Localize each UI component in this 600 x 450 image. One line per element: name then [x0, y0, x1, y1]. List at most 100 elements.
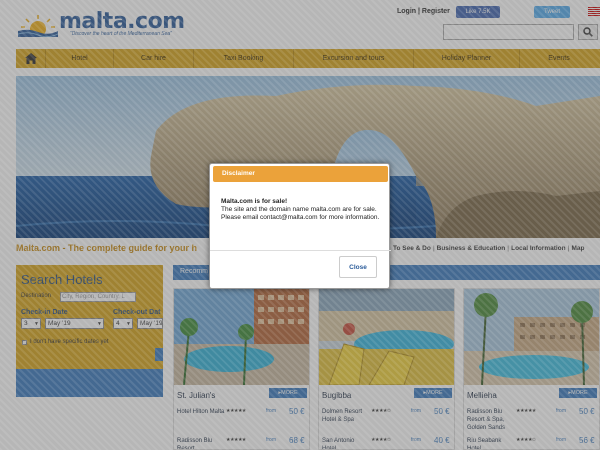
tweet-button[interactable]: Tweet [534, 6, 570, 18]
recommended-title: Recomm [180, 268, 209, 275]
hotel-name: Radisson Blu Resort & Spa, Golden Sands [467, 409, 506, 431]
hotel-name: Radisson Blu Resort [177, 438, 213, 450]
login-register-link[interactable]: Login | Register [397, 8, 450, 15]
hotel-price: 68 € [289, 436, 305, 445]
star-rating: ★★★★★ [226, 437, 246, 443]
home-icon [24, 53, 37, 64]
modal-heading: Malta.com is for sale! [221, 198, 288, 205]
hotel-name: Dolmen Resort Hotel & Spa [322, 409, 363, 423]
more-button[interactable]: ▸ MORE [269, 388, 307, 398]
facebook-like-button[interactable]: Like 7.5K [456, 6, 500, 18]
link-map[interactable]: Map [571, 245, 584, 252]
more-label: MORE [426, 390, 443, 396]
hotel-price: 50 € [579, 407, 595, 416]
search-hotels-footer [16, 369, 163, 397]
hotel-row[interactable]: Riu Seabank Hotel ★★★★✩ from 56 € [464, 436, 599, 450]
more-label: MORE [571, 390, 588, 396]
from-label: from [556, 408, 566, 414]
hotel-row[interactable]: Radisson Blu Resort ★★★★★ from 68 € [174, 436, 309, 450]
like-label: Like 7.5K [465, 9, 491, 15]
link-separator: | [567, 245, 570, 252]
nav-item-events[interactable]: Events [520, 49, 598, 68]
nav-item-hotel[interactable]: Hotel [46, 49, 114, 68]
card-photo [174, 289, 309, 385]
checkin-label: Check-in Date [21, 309, 68, 316]
link-separator: | [432, 245, 435, 252]
chevron-down-icon: ▼ [97, 321, 102, 327]
card-city: Mellieha [467, 391, 497, 400]
card-city: Bugibba [322, 391, 352, 400]
link-business-education[interactable]: Business & Education [437, 245, 506, 252]
nav-item-taxi-booking[interactable]: Taxi Booking [194, 49, 294, 68]
no-dates-label: I don't have specific dates yet [30, 339, 109, 345]
destination-card-bugibba[interactable]: Bugibba ▸ MORE Dolmen Resort Hotel & Spa… [318, 288, 455, 450]
nav-home[interactable] [16, 49, 46, 68]
card-photo [319, 289, 454, 385]
site-search-button[interactable] [578, 24, 598, 40]
card-photo [464, 289, 599, 385]
brand-tagline: "Discover the heart of the Mediterranean… [70, 31, 172, 37]
checkin-day-value: 3 [24, 320, 28, 327]
destination-card-st-julians[interactable]: St. Julian's ▸ MORE Hotel Hilton Malta ★… [173, 288, 310, 450]
from-label: from [556, 437, 566, 443]
search-hotels-panel: Search Hotels Destination City, Region, … [16, 265, 163, 369]
star-rating: ★★★★★ [516, 408, 536, 414]
hotel-price: 50 € [434, 407, 450, 416]
modal-body: Malta.com is for sale! The site and the … [221, 198, 381, 222]
star-rating: ★★★★★ [226, 408, 246, 414]
search-hotels-title: Search Hotels [21, 272, 103, 287]
more-button[interactable]: ▸ MORE [414, 388, 452, 398]
tweet-label: Tweet [543, 9, 560, 15]
hotel-row[interactable]: Dolmen Resort Hotel & Spa ★★★★✩ from 50 … [319, 407, 454, 436]
from-label: from [411, 408, 421, 414]
hotel-name: San Antonio Hotel [322, 438, 355, 450]
hotel-row[interactable]: Hotel Hilton Malta ★★★★★ from 50 € [174, 407, 309, 436]
destination-card-mellieha[interactable]: Mellieha ▸ MORE Radisson Blu Resort & Sp… [463, 288, 600, 450]
checkout-day-value: 4 [116, 320, 120, 327]
modal-header: Disclaimer [213, 166, 388, 182]
hotel-price: 56 € [579, 436, 595, 445]
guide-title: Malta.com - The complete guide for your … [16, 243, 198, 253]
close-button[interactable]: Close [339, 256, 377, 278]
card-city: St. Julian's [177, 391, 216, 400]
star-rating: ★★★★✩ [371, 408, 391, 414]
main-nav: Hotel Car hire Taxi Booking Excursion an… [16, 49, 600, 68]
star-rating: ★★★★✩ [516, 437, 536, 443]
nav-item-excursion-tours[interactable]: Excursion and tours [294, 49, 414, 68]
hotel-name: Hotel Hilton Malta [177, 409, 225, 415]
more-button[interactable]: ▸ MORE [559, 388, 597, 398]
hotel-name: Riu Seabank Hotel [467, 438, 502, 450]
hotel-price: 40 € [434, 436, 450, 445]
no-dates-checkbox[interactable] [22, 340, 27, 345]
checkin-day-select[interactable]: 3 ▼ [21, 318, 41, 329]
hotel-row[interactable]: San Antonio Hotel ★★★★✩ from 40 € [319, 436, 454, 450]
more-label: MORE [281, 390, 298, 396]
checkin-month-value: May '19 [48, 320, 71, 327]
link-separator: | [507, 245, 510, 252]
nav-item-car-hire[interactable]: Car hire [114, 49, 194, 68]
malta-logo[interactable]: malta.com "Discover the heart of the Med… [18, 9, 185, 39]
checkout-month-value: May '19 [140, 320, 163, 327]
from-label: from [266, 437, 276, 443]
from-label: from [411, 437, 421, 443]
search-hotels-submit-button[interactable] [155, 348, 163, 361]
star-rating: ★★★★✩ [371, 437, 391, 443]
chevron-down-icon: ▼ [126, 321, 131, 327]
hotel-row[interactable]: Radisson Blu Resort & Spa, Golden Sands … [464, 407, 599, 436]
site-search-input[interactable] [443, 24, 574, 40]
uk-flag-icon[interactable] [588, 6, 600, 16]
destination-label: Destination [21, 293, 52, 299]
link-local-information[interactable]: Local Information [511, 245, 566, 252]
destination-input[interactable]: City, Region, Country, L [60, 292, 136, 302]
modal-divider [210, 250, 391, 251]
checkout-day-select[interactable]: 4 ▼ [113, 318, 133, 329]
hotel-price: 50 € [289, 407, 305, 416]
checkin-month-select[interactable]: May '19 ▼ [45, 318, 104, 329]
link-to-see-do[interactable]: To See & Do [393, 245, 431, 252]
checkout-month-select[interactable]: May '19 [137, 318, 163, 329]
from-label: from [266, 408, 276, 414]
nav-item-holiday-planner[interactable]: Holiday Planner [414, 49, 520, 68]
modal-text: The site and the domain name malta.com a… [221, 206, 380, 221]
close-label: Close [349, 263, 367, 271]
search-icon [583, 27, 593, 37]
